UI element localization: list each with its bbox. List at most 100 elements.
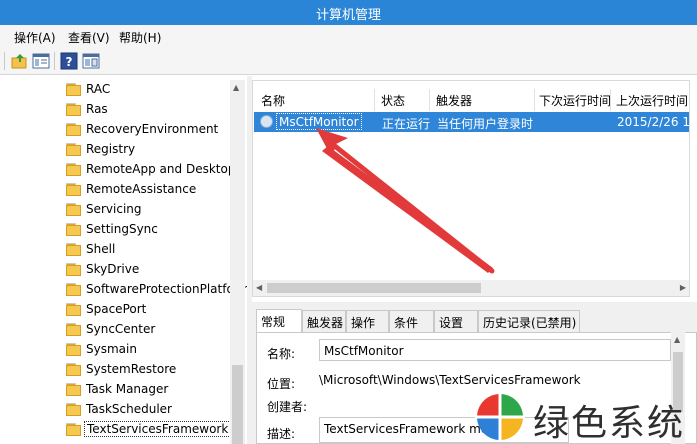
properties-icon[interactable] (82, 52, 100, 70)
details-tabs: 常规 触发器 操作 条件 设置 历史记录(已禁用) (256, 309, 696, 333)
tree-item-label: Task Manager (86, 382, 169, 396)
column-header-trigger[interactable]: 触发器 (436, 92, 472, 109)
folder-icon (66, 283, 81, 296)
tree-item-label: SyncCenter (86, 322, 156, 336)
tree-item-label: Ras (86, 102, 108, 116)
author-label: 创建者: (267, 400, 308, 414)
folder-icon (66, 263, 81, 276)
task-list: 名称 状态 触发器 下次运行时间 上次运行时间 MsCtfMonitor 正在运… (252, 80, 697, 297)
task-list-horizontal-scrollbar[interactable]: ◀ ▶ (253, 280, 689, 296)
tree-item[interactable]: SoftwareProtectionPlatform (64, 280, 247, 300)
folder-icon (66, 423, 81, 436)
folder-icon (66, 343, 81, 356)
folder-icon (66, 103, 81, 116)
folder-icon (66, 363, 81, 376)
tree-item[interactable]: SpacePort (64, 300, 232, 320)
column-header-next-run[interactable]: 下次运行时间 (539, 92, 611, 109)
folder-icon (66, 83, 81, 96)
svg-text:?: ? (66, 55, 73, 69)
tab-history[interactable]: 历史记录(已禁用) (478, 310, 580, 332)
folder-icon (66, 403, 81, 416)
location-label: 位置: (267, 377, 296, 391)
tree-item-label: RAC (86, 82, 111, 96)
tree-item[interactable]: Registry (64, 140, 232, 160)
folder-icon (66, 203, 81, 216)
folder-icon (66, 143, 81, 156)
tree-item[interactable]: RecoveryEnvironment (64, 120, 232, 140)
task-last-run-cell: 2015/2/26 10 (617, 115, 697, 129)
folder-icon (66, 183, 81, 196)
tree-item[interactable]: Ras (64, 100, 232, 120)
name-field-value: MsCtfMonitor (324, 344, 404, 358)
tree-item-label: Sysmain (86, 342, 137, 356)
column-header-last-run[interactable]: 上次运行时间 (616, 92, 688, 109)
description-label: 描述: (267, 427, 296, 441)
column-header-name[interactable]: 名称 (261, 92, 285, 109)
toolbar: ? (0, 47, 697, 75)
task-trigger-cell: 当任何用户登录时 (437, 117, 534, 131)
tree-item[interactable]: RemoteApp and Desktop (64, 160, 236, 180)
menu-view[interactable]: 查看(V) (68, 29, 110, 46)
menu-action[interactable]: 操作(A) (14, 29, 56, 46)
tree-item[interactable]: RemoteAssistance (64, 180, 232, 200)
scroll-up-arrow-icon[interactable]: ▲ (233, 83, 239, 92)
task-list-scrollbar-thumb[interactable] (267, 283, 481, 293)
location-value: \Microsoft\Windows\TextServicesFramework (319, 373, 581, 387)
up-folder-icon[interactable] (11, 52, 29, 70)
tree-scrollbar[interactable]: ▲ (230, 80, 245, 444)
tree-item-label: Servicing (86, 202, 142, 216)
table-row[interactable]: MsCtfMonitor 正在运行 当任何用户登录时 2015/2/26 10 (254, 112, 697, 132)
description-field-value: TextServicesFramework mo (324, 422, 489, 436)
tab-conditions[interactable]: 条件 (389, 310, 434, 332)
tree-item-label: RecoveryEnvironment (86, 122, 219, 136)
tree-item[interactable]: SettingSync (64, 220, 232, 240)
scroll-left-arrow-icon[interactable]: ◀ (256, 283, 262, 292)
tab-triggers[interactable]: 触发器 (302, 310, 346, 332)
watermark-text: 绿色系统 (533, 403, 686, 444)
tree-item[interactable]: TextServicesFramework (64, 420, 232, 440)
tab-actions[interactable]: 操作 (346, 310, 389, 332)
scroll-up-arrow-icon[interactable]: ▲ (674, 335, 680, 344)
tree-item-label: SpacePort (86, 302, 147, 316)
column-divider[interactable] (534, 89, 535, 111)
scheduled-task-icon (260, 115, 273, 128)
task-name-cell[interactable]: MsCtfMonitor (276, 113, 362, 130)
name-field[interactable]: MsCtfMonitor (319, 339, 671, 361)
tab-general[interactable]: 常规 (256, 309, 302, 333)
tree-item[interactable]: TaskScheduler (64, 400, 232, 420)
tree-item[interactable]: SyncCenter (64, 320, 232, 340)
column-divider[interactable] (610, 89, 611, 111)
tree-item-label: Shell (86, 242, 116, 256)
column-divider[interactable] (374, 89, 375, 111)
tree-item[interactable]: RAC (64, 80, 232, 100)
folder-tree: RAC Ras RecoveryEnvironment Registry RemoteA… (0, 76, 247, 444)
tree-item[interactable]: SkyDrive (64, 260, 232, 280)
column-divider[interactable] (429, 89, 430, 111)
scroll-right-arrow-icon[interactable]: ▶ (680, 283, 686, 292)
tree-item[interactable]: Sysmain (64, 340, 232, 360)
name-label: 名称: (267, 347, 296, 361)
windows-logo-icon (475, 392, 525, 442)
tree-item[interactable]: Servicing (64, 200, 232, 220)
tab-settings[interactable]: 设置 (434, 310, 478, 332)
folder-icon (66, 223, 81, 236)
show-hide-tree-icon[interactable] (32, 52, 50, 70)
tree-item[interactable]: SystemRestore (64, 360, 232, 380)
menu-help[interactable]: 帮助(H) (119, 29, 161, 46)
watermark: 绿色系统 (475, 390, 697, 444)
window-title: 计算机管理 (315, 8, 381, 23)
column-header-status[interactable]: 状态 (381, 92, 405, 109)
help-icon[interactable]: ? (60, 52, 78, 70)
folder-icon (66, 163, 81, 176)
tree-scrollbar-thumb[interactable] (232, 365, 243, 444)
menu-bar: 操作(A) 查看(V) 帮助(H) (0, 25, 697, 47)
tree-item-label: RemoteApp and Desktop (86, 162, 236, 176)
folder-icon (66, 383, 81, 396)
tree-item[interactable]: Task Manager (64, 380, 232, 400)
toolbar-separator (4, 52, 5, 70)
tree-item-label: SystemRestore (86, 362, 177, 376)
folder-icon (66, 123, 81, 136)
tree-item-label: TaskScheduler (86, 402, 172, 416)
title-bar: 计算机管理 (0, 0, 697, 25)
tree-item[interactable]: Shell (64, 240, 232, 260)
